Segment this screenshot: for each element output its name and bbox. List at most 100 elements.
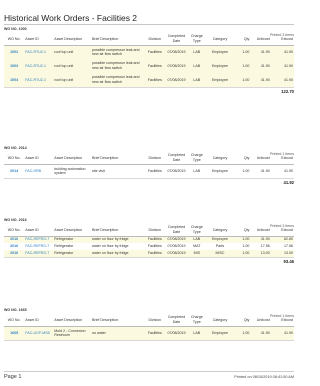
cell-asset-id[interactable]: FAC-RTU2-1 xyxy=(24,59,54,73)
column-header-division[interactable]: Division xyxy=(143,34,167,46)
column-header-asset-description[interactable]: Asset Description xyxy=(53,153,91,165)
cell-charge-type: LAB xyxy=(186,73,207,87)
column-header-charge-type[interactable]: Charge Type xyxy=(186,315,207,327)
cell-qty: 1.00 xyxy=(233,243,251,250)
cell-unitcost: 17.56 xyxy=(250,243,271,250)
column-header-wo-no[interactable]: WO No. xyxy=(4,153,25,165)
cell-asset-id[interactable]: FAC-RTU2-1 xyxy=(24,45,54,59)
column-header-category[interactable]: Category xyxy=(206,34,234,46)
group-title: WO NO. 2014 xyxy=(4,146,27,150)
cell-charge-type: LAB xyxy=(186,45,207,59)
cell-wo-no[interactable]: 2016 xyxy=(4,243,25,250)
cell-qty: 1.00 xyxy=(233,45,251,59)
cell-asset-id[interactable]: FAC-REFRG-7 xyxy=(24,236,54,243)
table-header-row: WO No. Asset ID Asset Description Brief Des… xyxy=(4,225,294,237)
column-header-asset-description[interactable]: Asset Description xyxy=(53,34,91,46)
column-header-qty[interactable]: Qty xyxy=(233,153,251,165)
column-header-qty[interactable]: Qty xyxy=(233,315,251,327)
page-title: Historical Work Orders - Facilities 2 xyxy=(4,13,138,23)
column-header-completed-date[interactable]: Completed Date xyxy=(166,225,187,237)
column-header-unitcost[interactable]: Unitcost xyxy=(250,34,271,46)
cell-completed-date: 07/08/2019 xyxy=(166,250,187,257)
group-header: WO NO. 2014 Printed 1 items xyxy=(4,145,294,156)
cell-charge-type: LAB xyxy=(186,236,207,243)
column-header-asset-id[interactable]: Asset ID xyxy=(24,225,54,237)
footer-rule xyxy=(4,371,294,372)
column-header-completed-date[interactable]: Completed Date xyxy=(166,153,187,165)
page-number: Page 1 xyxy=(4,374,22,380)
column-header-division[interactable]: Division xyxy=(143,153,167,165)
cell-asset-id[interactable]: FAC-HRB xyxy=(24,164,54,178)
cell-completed-date: 07/08/2019 xyxy=(166,45,187,59)
cell-wo-no[interactable]: 1665 xyxy=(4,326,25,340)
column-header-wo-no[interactable]: WO No. xyxy=(4,34,25,46)
cell-asset-id[interactable]: FAC-REFRG-7 xyxy=(24,250,54,257)
column-header-division[interactable]: Division xyxy=(143,315,167,327)
column-header-asset-id[interactable]: Asset ID xyxy=(24,34,54,46)
cell-asset-id[interactable]: FAC-REFRG-7 xyxy=(24,243,54,250)
cell-brief-description: possible compressor leak and new air flo… xyxy=(90,73,144,87)
table-row[interactable]: 1002 FAC-RTU2-1 roof top unit possible comp… xyxy=(4,45,294,59)
column-header-category[interactable]: Category xyxy=(206,153,234,165)
cell-brief-description: site visit xyxy=(90,164,144,178)
column-header-completed-date[interactable]: Completed Date xyxy=(166,315,187,327)
cell-asset-id[interactable]: FAC-RTU2-1 xyxy=(24,73,54,87)
column-header-unitcost[interactable]: Unitcost xyxy=(250,225,271,237)
column-header-qty[interactable]: Qty xyxy=(233,34,251,46)
column-header-brief-description[interactable]: Brief Description xyxy=(90,315,144,327)
cell-extcost: 41.90 xyxy=(270,45,294,59)
group-header: WO NO. 2016 Printed 3 items xyxy=(4,217,294,228)
table-row[interactable]: 2016 FAC-REFRG-7 Refrigerator water on floo… xyxy=(4,236,294,243)
column-header-category[interactable]: Category xyxy=(206,315,234,327)
cell-category: Employee xyxy=(206,59,234,73)
cell-wo-no[interactable]: 1004 xyxy=(4,73,25,87)
cell-wo-no[interactable]: 2016 xyxy=(4,250,25,257)
cell-unitcost: 41.90 xyxy=(250,59,271,73)
table-row[interactable]: 2016 FAC-REFRG-7 Refrigerator water on floo… xyxy=(4,243,294,250)
table-row[interactable]: 1004 FAC-RTU2-1 roof top unit possible comp… xyxy=(4,73,294,87)
cell-wo-no[interactable]: 2016 xyxy=(4,236,25,243)
cell-extcost: 41.90 xyxy=(270,59,294,73)
column-header-charge-type[interactable]: Charge Type xyxy=(186,34,207,46)
column-header-wo-no[interactable]: WO No. xyxy=(4,315,25,327)
column-header-asset-id[interactable]: Asset ID xyxy=(24,153,54,165)
table-row[interactable]: 1665 FAC-UCP-MS8 Mold 2 - Connexion Restro… xyxy=(4,326,294,340)
column-header-wo-no[interactable]: WO No. xyxy=(4,225,25,237)
group-total-value: 41.92 xyxy=(283,180,294,185)
column-header-brief-description[interactable]: Brief Description xyxy=(90,34,144,46)
cell-wo-no[interactable]: 1002 xyxy=(4,45,25,59)
column-header-brief-description[interactable]: Brief Description xyxy=(90,225,144,237)
table-header-row: WO No. Asset ID Asset Description Brief Des… xyxy=(4,153,294,165)
cell-category: Employee xyxy=(206,45,234,59)
cell-division: Facilities xyxy=(143,45,167,59)
table-row[interactable]: 1003 FAC-RTU2-1 roof top unit possible comp… xyxy=(4,59,294,73)
column-header-brief-description[interactable]: Brief Description xyxy=(90,153,144,165)
group-total: 41.92 xyxy=(4,179,294,186)
column-header-completed-date[interactable]: Completed Date xyxy=(166,34,187,46)
table-row[interactable]: 2016 FAC-REFRG-7 Refrigerator water on floo… xyxy=(4,250,294,257)
column-header-unitcost[interactable]: Unitcost xyxy=(250,153,271,165)
column-header-division[interactable]: Division xyxy=(143,225,167,237)
cell-qty: 1.00 xyxy=(233,59,251,73)
column-header-charge-type[interactable]: Charge Type xyxy=(186,153,207,165)
cell-unitcost: 13.00 xyxy=(250,250,271,257)
column-header-unitcost[interactable]: Unitcost xyxy=(250,315,271,327)
cell-asset-description: Refrigerator xyxy=(53,243,91,250)
cell-category: Parts xyxy=(206,243,234,250)
column-header-category[interactable]: Category xyxy=(206,225,234,237)
cell-division: Facilities xyxy=(143,243,167,250)
column-header-qty[interactable]: Qty xyxy=(233,225,251,237)
cell-asset-description: Refrigerator xyxy=(53,250,91,257)
cell-asset-id[interactable]: FAC-UCP-MS8 xyxy=(24,326,54,340)
column-header-asset-description[interactable]: Asset Description xyxy=(53,315,91,327)
cell-wo-no[interactable]: 2014 xyxy=(4,164,25,178)
cell-charge-type: MAT xyxy=(186,243,207,250)
column-header-asset-id[interactable]: Asset ID xyxy=(24,315,54,327)
column-header-charge-type[interactable]: Charge Type xyxy=(186,225,207,237)
table-row[interactable]: 2014 FAC-HRB building automation system sit… xyxy=(4,164,294,178)
cell-extcost: 17.56 xyxy=(270,243,294,250)
column-header-asset-description[interactable]: Asset Description xyxy=(53,225,91,237)
cell-category: MISC xyxy=(206,250,234,257)
cell-wo-no[interactable]: 1003 xyxy=(4,59,25,73)
table-header-row: WO No. Asset ID Asset Description Brief Des… xyxy=(4,34,294,46)
